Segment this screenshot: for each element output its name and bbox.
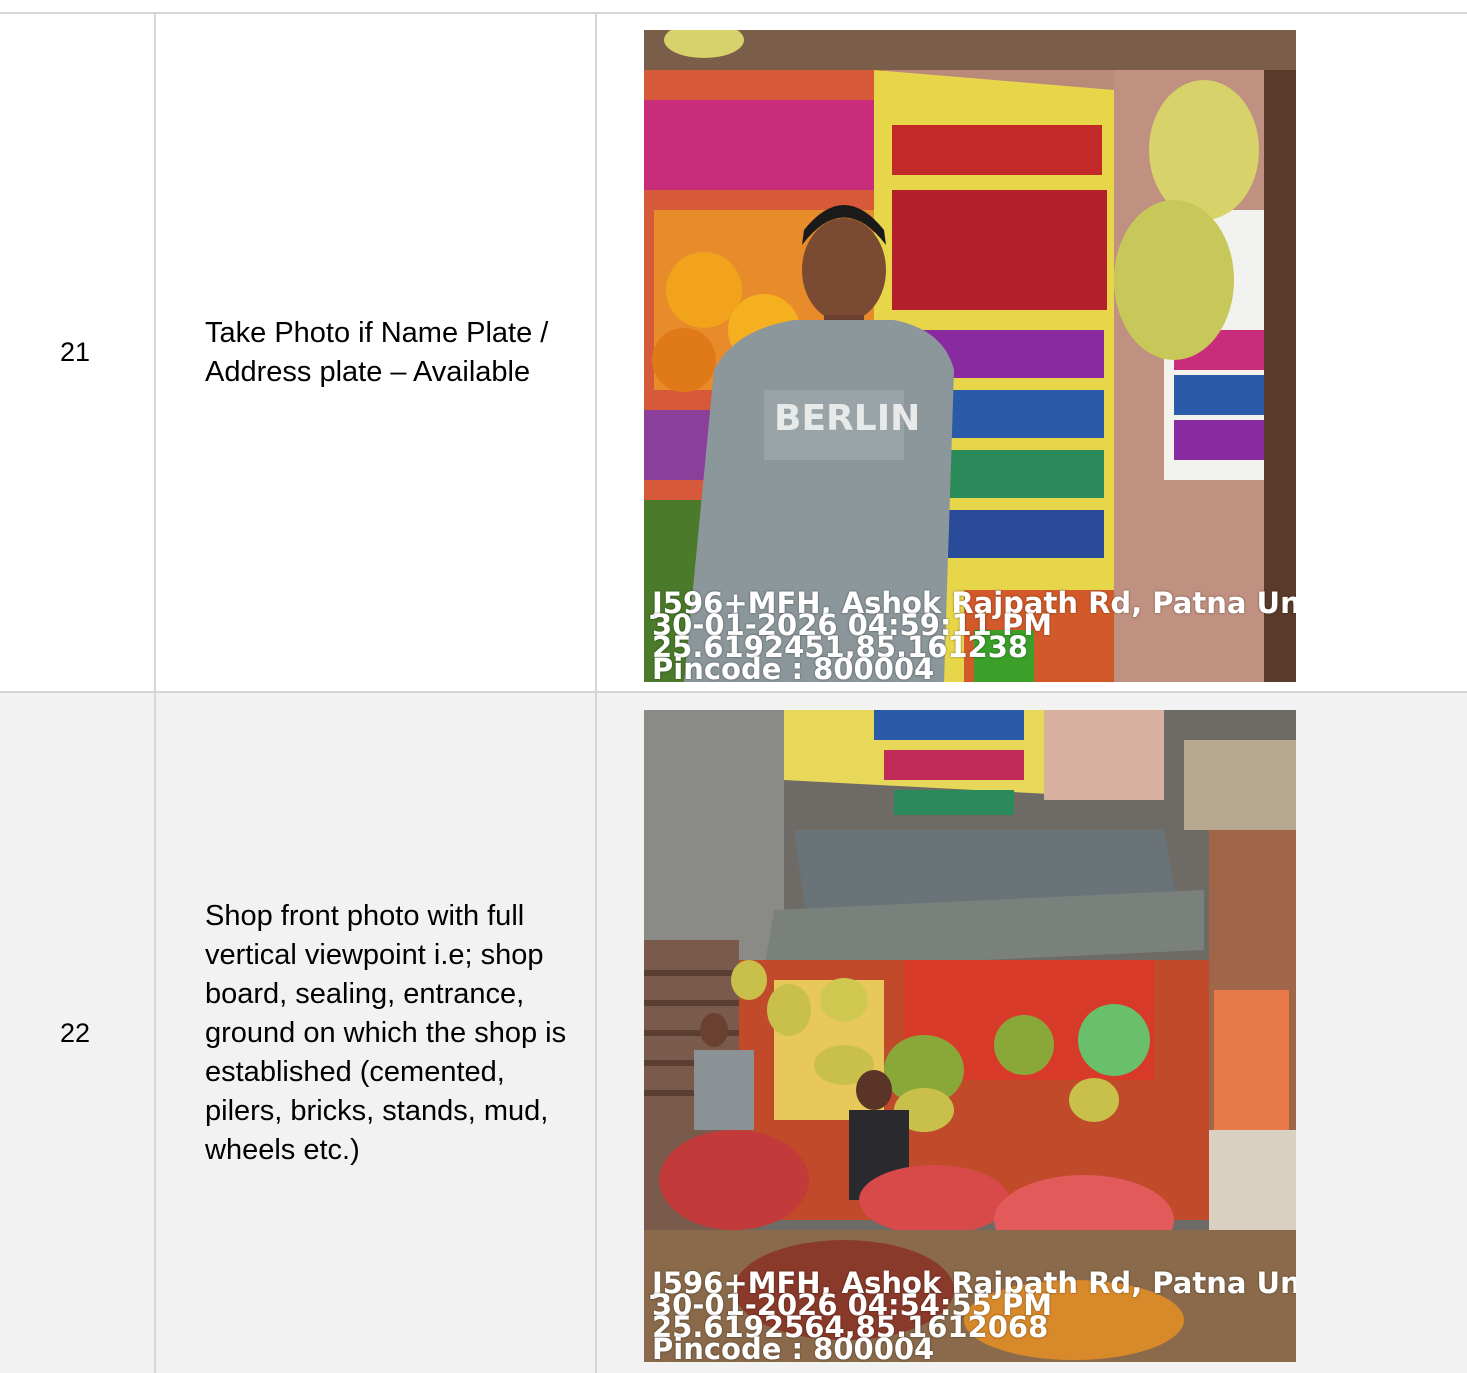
- geo-stamp: J596+MFH, Ashok Rajpath Rd, Patna Univer…: [652, 589, 1296, 683]
- survey-table: 21 Take Photo if Name Plate / Address pl…: [0, 12, 1467, 1373]
- row-photo-cell: BERLIN J596+MFH, Ashok Rajpath Rd, Patna…: [597, 14, 1467, 691]
- row-number: 21: [0, 14, 156, 691]
- row-description-text: Take Photo if Name Plate / Address plate…: [205, 316, 549, 388]
- photo-image: [644, 710, 1296, 1362]
- shop-front-photo[interactable]: J596+MFH, Ashok Rajpath Rd, Patna Univer…: [644, 710, 1296, 1362]
- row-number: 22: [0, 693, 156, 1373]
- photo-image: BERLIN: [644, 30, 1296, 682]
- row-description: Shop front photo with full vertical view…: [156, 693, 597, 1373]
- shop-owner-photo[interactable]: BERLIN J596+MFH, Ashok Rajpath Rd, Patna…: [644, 30, 1296, 682]
- table-row: 22 Shop front photo with full vertical v…: [0, 693, 1467, 1373]
- geo-stamp: J596+MFH, Ashok Rajpath Rd, Patna Univer…: [652, 1269, 1296, 1363]
- table-row: 21 Take Photo if Name Plate / Address pl…: [0, 14, 1467, 693]
- row-photo-cell: J596+MFH, Ashok Rajpath Rd, Patna Univer…: [597, 693, 1467, 1373]
- svg-text:BERLIN: BERLIN: [774, 398, 920, 439]
- row-description: Take Photo if Name Plate / Address plate…: [156, 14, 597, 691]
- row-description-text: Shop front photo with full vertical view…: [205, 899, 567, 1166]
